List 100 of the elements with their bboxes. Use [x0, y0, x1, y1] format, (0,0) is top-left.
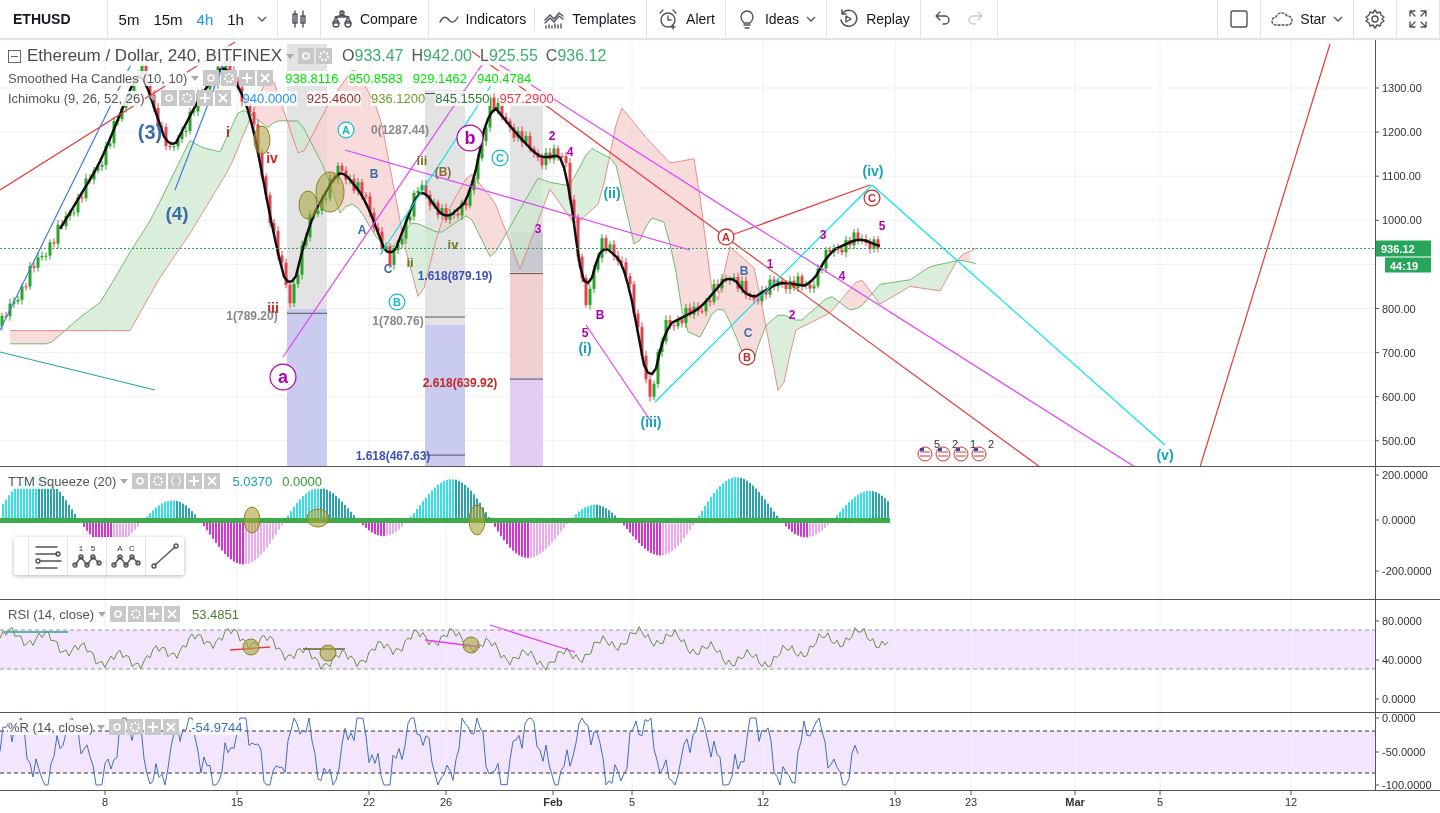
- wave-label: (iii): [640, 414, 662, 431]
- drawing-tool-button[interactable]: A C: [106, 537, 145, 575]
- axis-label: 200.0000: [1382, 469, 1428, 481]
- highlight-ellipse: [306, 508, 330, 528]
- alert-button[interactable]: Alert: [651, 4, 721, 34]
- compare-button[interactable]: Compare: [324, 4, 424, 34]
- caret-icon: [806, 16, 817, 22]
- trend-line-icon: [150, 543, 180, 569]
- trend-line: [302, 648, 346, 650]
- wave-label: 2.618(639.92): [422, 376, 498, 391]
- close-icon[interactable]: [204, 473, 221, 489]
- wave-label: (iv): [862, 163, 884, 180]
- wave-label: iv: [447, 236, 459, 252]
- study-title: %R (14, close): [8, 719, 94, 735]
- collapse-icon[interactable]: [8, 49, 21, 63]
- ideas-button[interactable]: Ideas: [729, 4, 823, 34]
- plus-icon[interactable]: [146, 606, 162, 622]
- ohlc-key: C: [545, 47, 558, 65]
- event-flag: 5: [917, 438, 941, 462]
- ohlc-key: L: [480, 47, 489, 65]
- axis-label: -50.0000: [1382, 746, 1426, 758]
- square-icon: [1228, 8, 1251, 30]
- wave-label: A: [357, 223, 367, 238]
- legend-value: 950.8583: [348, 70, 403, 86]
- highlight-ellipse: [462, 636, 480, 654]
- interval-button[interactable]: 15m: [146, 4, 190, 34]
- close-icon[interactable]: [214, 90, 231, 106]
- axis-label: 0.0000: [1382, 713, 1416, 724]
- eye-icon[interactable]: [298, 48, 315, 64]
- templates-button[interactable]: Templates: [537, 4, 643, 34]
- study-title: TTM Squeeze (20): [8, 473, 117, 489]
- wave-label: i: [226, 124, 230, 141]
- ohlc-value: 942.00: [423, 47, 472, 65]
- plus-icon[interactable]: [196, 90, 213, 106]
- star-button[interactable]: Star: [1265, 4, 1349, 34]
- wave-label: A: [337, 121, 355, 139]
- wave-label: C: [383, 262, 393, 277]
- interval-button[interactable]: 5m: [111, 4, 147, 34]
- wave-label: b: [456, 124, 484, 152]
- time-label: 15: [230, 796, 244, 808]
- gear-icon[interactable]: [316, 48, 333, 64]
- interval-button[interactable]: 1h: [220, 4, 251, 34]
- time-label: 8: [101, 796, 109, 808]
- time-label: 12: [1284, 796, 1298, 808]
- gear-icon[interactable]: [221, 70, 238, 86]
- wave-label: 3: [534, 222, 542, 237]
- braces-icon[interactable]: [168, 473, 185, 489]
- wave-label: 4: [838, 269, 846, 284]
- indicators-button[interactable]: Indicators: [432, 4, 533, 34]
- axis-label: 1300.00: [1382, 82, 1422, 94]
- replay-button[interactable]: Replay: [831, 4, 916, 34]
- fullscreen-icon: [1407, 8, 1429, 30]
- ohlc-value: 925.55: [488, 47, 538, 65]
- eye-icon[interactable]: [132, 473, 149, 489]
- plus-icon[interactable]: [186, 473, 203, 489]
- wave-label: (3): [137, 121, 163, 144]
- close-icon[interactable]: [163, 719, 180, 735]
- axis-label: 500.00: [1382, 434, 1416, 447]
- gear-icon[interactable]: [128, 606, 144, 622]
- eye-icon[interactable]: [110, 606, 126, 622]
- gear-icon[interactable]: [150, 473, 167, 489]
- plus-icon[interactable]: [145, 719, 162, 735]
- scale-icon: [330, 8, 353, 30]
- gear-icon[interactable]: [178, 90, 195, 106]
- time-label: 26: [439, 796, 453, 808]
- wave-label: (B): [434, 165, 452, 180]
- legend-value: 5.0370: [232, 473, 273, 489]
- legend-value: 845.1550: [435, 90, 490, 106]
- axis-label: 1100.00: [1382, 170, 1421, 183]
- time-label: 12: [756, 796, 770, 808]
- plus-icon[interactable]: [239, 70, 256, 86]
- wave-label: 1.618(467.63): [355, 449, 431, 464]
- axis-label: 80.0000: [1382, 615, 1422, 627]
- legend-value: 929.1462: [412, 70, 467, 86]
- highlight-ellipse: [319, 644, 337, 662]
- study-title: Ichimoku (9, 26, 52, 26): [8, 90, 145, 106]
- wave-label: a: [269, 363, 297, 391]
- close-icon[interactable]: [164, 606, 180, 622]
- axis-label: 1200.00: [1382, 126, 1422, 139]
- eye-icon[interactable]: [109, 719, 126, 735]
- eye-icon[interactable]: [203, 70, 220, 86]
- highlight-ellipse: [468, 504, 486, 536]
- wave-label: 5: [878, 219, 886, 234]
- gear-icon[interactable]: [127, 719, 144, 735]
- settings-icon: [1364, 8, 1386, 30]
- wave-label: B: [369, 167, 379, 182]
- legend-value: 940.0000: [242, 90, 297, 106]
- axis-label: 40.0000: [1382, 654, 1422, 666]
- wave-label: C: [863, 189, 881, 207]
- price-tag: 936.12: [1376, 240, 1431, 257]
- symbol-label[interactable]: ETHUSD: [4, 11, 103, 27]
- axis-label: -200.0000: [1382, 565, 1432, 577]
- caret-icon[interactable]: [148, 95, 157, 101]
- wave-label: (ii): [603, 185, 621, 202]
- wave-label: B: [739, 264, 749, 279]
- time-label: 5: [1156, 796, 1164, 808]
- drawing-tool-button[interactable]: 1 5: [67, 537, 106, 575]
- study-title: Smoothed Ha Candles (10, 10): [8, 70, 188, 86]
- wave-label: B: [595, 308, 605, 323]
- close-icon[interactable]: [257, 70, 274, 86]
